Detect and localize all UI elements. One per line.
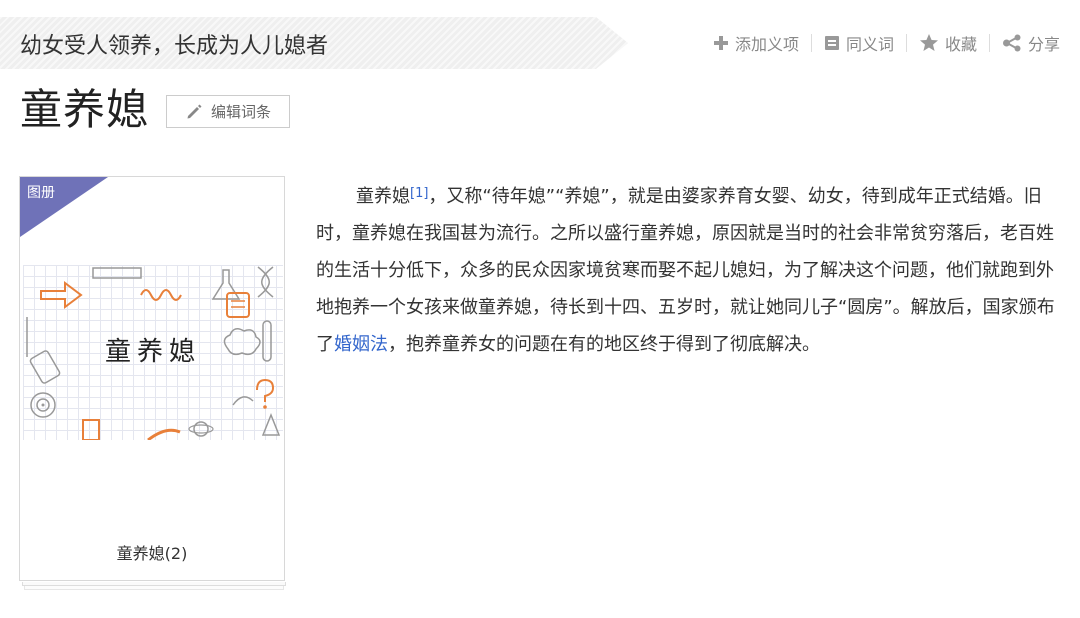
album-caption: 童养媳(2) <box>116 544 188 563</box>
summary-text: 童养媳 <box>356 186 410 207</box>
lemma-title: 童养媳 <box>20 85 150 134</box>
album-cover-image: 童养媳 <box>23 265 283 440</box>
pencil-icon <box>185 103 203 121</box>
share-button[interactable]: 分享 <box>1002 31 1060 55</box>
edit-entry-button[interactable]: 编辑词条 <box>166 95 290 128</box>
share-icon <box>1002 34 1022 52</box>
lemma-summary: 童养媳[1]，又称“待年媳”“养媳”，就是由婆家养育女婴、幼女，待到成年正式结婚… <box>316 178 1061 363</box>
album-stack-shadow <box>22 582 286 586</box>
lemma-subtitle: 幼女受人领养，长成为人儿媳者 <box>20 34 329 59</box>
share-label: 分享 <box>1027 35 1060 54</box>
action-bar: 添加义项 同义词 收藏 分享 <box>713 31 1060 55</box>
synonym-label: 同义词 <box>845 35 894 54</box>
album-card[interactable]: 图册 童养媳 童养媳(2) <box>19 176 285 581</box>
divider <box>810 34 812 52</box>
divider <box>905 34 907 52</box>
album-image-title: 童养媳 <box>104 337 201 367</box>
top-bar: 幼女受人领养，长成为人儿媳者 添加义项 同义词 收藏 分享 <box>0 17 1080 69</box>
favorite-button[interactable]: 收藏 <box>919 31 977 55</box>
add-sense-button[interactable]: 添加义项 <box>713 31 799 55</box>
edit-entry-label: 编辑词条 <box>210 103 271 121</box>
synonym-button[interactable]: 同义词 <box>824 31 894 55</box>
star-icon <box>919 33 939 53</box>
divider <box>988 34 990 52</box>
summary-text: ，抱养童养女的问题在有的地区终于得到了彻底解决。 <box>388 334 820 355</box>
plus-icon <box>713 35 729 51</box>
favorite-label: 收藏 <box>944 35 977 54</box>
add-sense-label: 添加义项 <box>734 35 799 54</box>
summary-text: ，又称“待年媳”“养媳”，就是由婆家养育女婴、幼女，待到成年正式结婚。旧时，童养… <box>316 186 1055 355</box>
synonym-icon <box>824 35 840 51</box>
marriage-law-link[interactable]: 婚姻法 <box>334 334 388 355</box>
album-corner-label: 图册 <box>27 185 55 201</box>
reference-link[interactable]: [1] <box>410 186 428 201</box>
album-stack-shadow <box>24 586 284 590</box>
